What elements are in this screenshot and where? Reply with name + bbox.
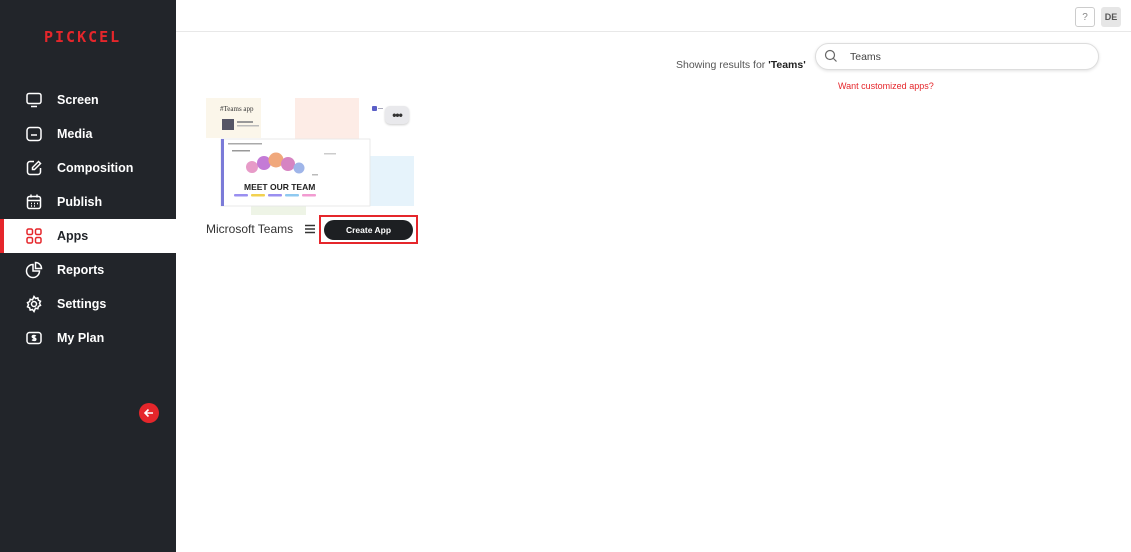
- results-query: 'Teams': [768, 59, 806, 71]
- pie-chart-icon: [25, 261, 43, 279]
- search-input[interactable]: [848, 48, 1092, 66]
- sidebar-item-label: Composition: [57, 161, 134, 175]
- sidebar-item-my-plan[interactable]: My Plan: [0, 321, 176, 355]
- pickcel-logo[interactable]: PICKCEL: [44, 28, 121, 46]
- top-bar: ? DE: [176, 0, 1131, 32]
- want-customized-apps-link[interactable]: Want customized apps?: [838, 81, 934, 91]
- gear-icon: [25, 295, 43, 313]
- thumbnail-banner: MEET OUR TEAM: [244, 182, 316, 192]
- sidebar-item-composition[interactable]: Composition: [0, 151, 176, 185]
- results-prefix: Showing results for: [676, 59, 769, 71]
- help-button[interactable]: ?: [1075, 7, 1095, 27]
- app-name: Microsoft Teams: [206, 222, 294, 236]
- more-options-button[interactable]: •••: [385, 106, 409, 124]
- collapse-sidebar-button[interactable]: [139, 403, 159, 423]
- edit-icon: [25, 159, 43, 177]
- arrow-left-icon: [143, 408, 153, 418]
- sidebar-item-label: Screen: [57, 93, 99, 107]
- sidebar-item-label: Media: [57, 127, 93, 141]
- user-avatar[interactable]: DE: [1101, 7, 1121, 27]
- sidebar-item-media[interactable]: Media: [0, 117, 176, 151]
- search-box[interactable]: [815, 43, 1099, 70]
- sidebar-nav: Screen Media Composition Publish Apps Re…: [0, 83, 176, 355]
- menu-icon[interactable]: [304, 223, 316, 235]
- sidebar-item-reports[interactable]: Reports: [0, 253, 176, 287]
- sidebar-item-label: Reports: [57, 263, 105, 277]
- monitor-icon: [25, 91, 43, 109]
- sidebar-item-settings[interactable]: Settings: [0, 287, 176, 321]
- create-app-button[interactable]: Create App: [324, 220, 413, 240]
- folder-icon: [25, 125, 43, 143]
- sidebar: PICKCEL Screen Media Composition Publish: [0, 0, 176, 552]
- sidebar-item-publish[interactable]: Publish: [0, 185, 176, 219]
- plan-icon: [25, 329, 43, 347]
- sidebar-item-label: My Plan: [57, 331, 105, 345]
- thumbnail-heading: #Teams app: [220, 105, 254, 113]
- sidebar-item-label: Apps: [57, 229, 89, 243]
- search-results-label: Showing results for 'Teams': [676, 59, 806, 71]
- sidebar-item-label: Publish: [57, 195, 103, 209]
- search-icon: [824, 49, 837, 62]
- sidebar-item-apps[interactable]: Apps: [0, 219, 176, 253]
- apps-grid-icon: [25, 227, 43, 245]
- sidebar-item-screen[interactable]: Screen: [0, 83, 176, 117]
- sidebar-item-label: Settings: [57, 297, 107, 311]
- calendar-icon: [25, 193, 43, 211]
